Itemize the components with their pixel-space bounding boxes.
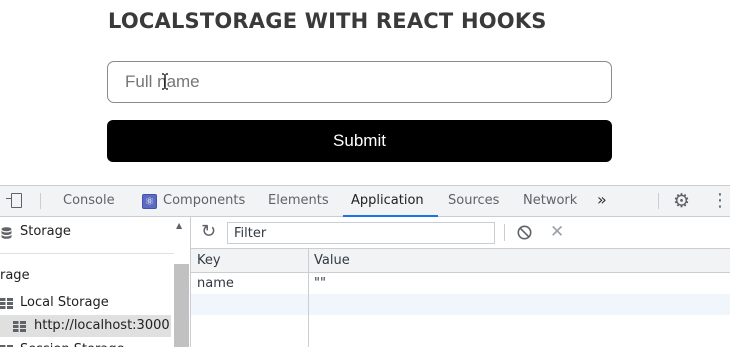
sidebar-item-origin[interactable]: http://localhost:3000 xyxy=(0,315,171,337)
page-title: LOCALSTORAGE WITH REACT HOOKS xyxy=(108,9,547,33)
storage-toolbar: ↻ ✕ xyxy=(191,217,730,249)
dock-side-icon[interactable] xyxy=(6,193,22,208)
tab-console[interactable]: Console xyxy=(63,186,115,216)
grid-storage-icon xyxy=(0,298,13,309)
filter-input[interactable] xyxy=(227,222,495,244)
column-header-value[interactable]: Value xyxy=(314,249,350,272)
scroll-up-arrow-icon[interactable]: ▲ xyxy=(176,221,182,230)
devtools-tab-bar: Console Components Elements Application … xyxy=(0,186,730,217)
tab-network[interactable]: Network xyxy=(523,186,577,216)
table-row[interactable]: name "" xyxy=(191,273,730,294)
tab-separator xyxy=(658,193,659,209)
sidebar-section-storage: rage xyxy=(0,265,174,287)
more-tabs-chevron-icon[interactable]: » xyxy=(597,186,607,216)
text-cursor-icon xyxy=(162,73,168,90)
row-value: "" xyxy=(314,276,326,291)
sidebar-item-label: Local Storage xyxy=(20,295,109,310)
local-storage-view: ↻ ✕ Key Value name "" xyxy=(191,217,730,347)
tab-separator xyxy=(40,193,41,209)
database-icon xyxy=(1,227,12,239)
column-divider[interactable] xyxy=(308,249,309,347)
row-key: name xyxy=(197,276,234,291)
clear-all-icon[interactable] xyxy=(517,225,532,240)
tab-components[interactable]: Components xyxy=(163,186,245,216)
sidebar-item-label: Storage xyxy=(20,224,71,239)
sidebar-item-local-storage[interactable]: Local Storage xyxy=(0,292,174,314)
sidebar-item-label: http://localhost:3000 xyxy=(34,318,170,333)
more-options-icon[interactable]: ⋮ xyxy=(711,188,729,214)
sidebar-item-storage[interactable]: Storage xyxy=(0,221,174,243)
toolbar-separator xyxy=(504,224,505,241)
full-name-input[interactable] xyxy=(107,61,612,103)
sidebar-section-label: rage xyxy=(0,268,30,283)
gear-icon[interactable]: ⚙ xyxy=(673,189,690,213)
grid-storage-icon xyxy=(13,321,26,332)
tab-application[interactable]: Application xyxy=(343,186,438,217)
application-sidebar: Storage ▲ rage Local Storage http://loca… xyxy=(0,217,191,347)
table-header: Key Value xyxy=(191,249,730,273)
submit-button[interactable]: Submit xyxy=(107,120,612,162)
devtools-panel: Console Components Elements Application … xyxy=(0,185,730,347)
sidebar-scrollbar[interactable] xyxy=(174,264,189,347)
tab-sources[interactable]: Sources xyxy=(448,186,499,216)
delete-selected-icon[interactable]: ✕ xyxy=(550,220,564,244)
tab-elements[interactable]: Elements xyxy=(268,186,329,216)
react-components-icon xyxy=(142,193,157,210)
column-header-key[interactable]: Key xyxy=(197,249,221,272)
sidebar-divider xyxy=(0,253,174,254)
table-row[interactable] xyxy=(191,294,730,315)
refresh-icon[interactable]: ↻ xyxy=(201,222,216,242)
